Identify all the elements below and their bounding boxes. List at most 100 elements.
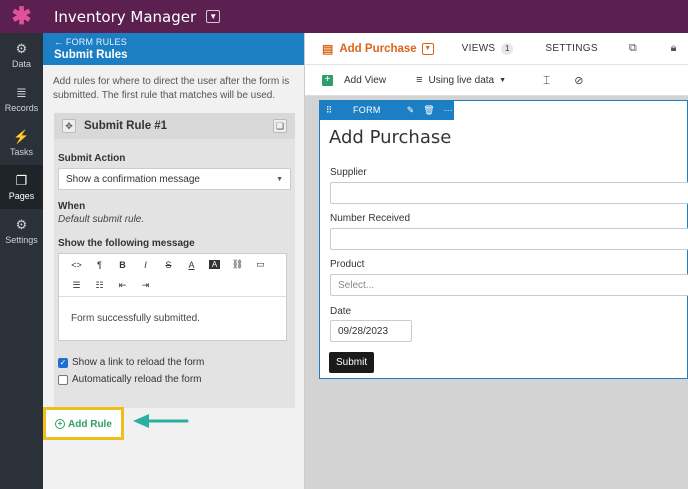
view-toolbar: + Add View ≡ Using live data ▼ ⌶ ⊘ bbox=[305, 65, 688, 96]
caret-down-icon: ▼ bbox=[276, 175, 283, 183]
document-icon: ▤ bbox=[322, 41, 334, 56]
nav-item-pages[interactable]: ❐ Pages bbox=[0, 165, 43, 209]
supplier-input[interactable] bbox=[330, 182, 688, 204]
nav-item-records[interactable]: ≣ Records bbox=[0, 77, 43, 121]
when-value: Default submit rule. bbox=[58, 214, 145, 225]
strikethrough-icon[interactable]: S bbox=[157, 260, 180, 270]
nav-item-label: Tasks bbox=[9, 146, 33, 157]
number-received-input[interactable] bbox=[330, 228, 688, 250]
supplier-label: Supplier bbox=[330, 167, 367, 178]
submit-action-select[interactable]: Show a confirmation message ▼ bbox=[58, 168, 291, 190]
add-rule-label: Add Rule bbox=[68, 418, 112, 430]
italic-icon[interactable]: I bbox=[134, 260, 157, 270]
message-editor: <> ¶ B I S A A ⛓ ▭ ☰ ☷ ⇤ ⇥ Form successf… bbox=[58, 253, 287, 341]
bullet-list-icon[interactable]: ☰ bbox=[65, 280, 88, 291]
hide-design-icon[interactable]: ⊘ bbox=[574, 74, 583, 87]
pages-icon: ❐ bbox=[15, 172, 28, 188]
form-view[interactable]: ⠿ FORM ✎ 🗑︎ ··· Add Purchase Supplier Nu… bbox=[319, 100, 688, 379]
live-data-dropdown[interactable]: Using live data bbox=[429, 75, 495, 86]
tab-add-purchase[interactable]: ▤ Add Purchase ▼ bbox=[322, 42, 434, 56]
form-view-bar: ⠿ FORM ✎ 🗑︎ ··· bbox=[319, 100, 454, 120]
product-select[interactable]: Select... bbox=[330, 274, 688, 296]
nav-item-label: Settings bbox=[5, 234, 38, 245]
auto-reload-label: Automatically reload the form bbox=[72, 374, 202, 385]
font-color-icon[interactable]: A bbox=[180, 260, 203, 270]
external-link-icon[interactable]: ⧉ bbox=[629, 42, 637, 55]
tasks-icon: ⚡ bbox=[13, 128, 30, 144]
rule-title: Submit Rule #1 bbox=[84, 120, 168, 132]
reload-link-label: Show a link to reload the form bbox=[72, 357, 205, 368]
indent-icon[interactable]: ⇥ bbox=[134, 280, 157, 291]
asterisk-logo-icon[interactable]: ✱ bbox=[0, 0, 43, 33]
submit-action-value: Show a confirmation message bbox=[66, 173, 200, 185]
when-label: When bbox=[58, 201, 86, 212]
nav-item-label: Pages bbox=[8, 190, 35, 201]
link-icon[interactable]: ⛓ bbox=[226, 259, 249, 270]
editor-toolbar-row: ☰ ☷ ⇤ ⇥ bbox=[59, 275, 286, 296]
checkbox-checked[interactable]: ✓ bbox=[58, 357, 68, 368]
top-bar: ✱ Inventory Manager ▼ bbox=[0, 0, 688, 33]
number-received-label: Number Received bbox=[330, 213, 411, 224]
form-title: Add Purchase bbox=[329, 127, 452, 148]
data-icon: ⚙ bbox=[15, 40, 28, 56]
nav-item-data[interactable]: ⚙ Data bbox=[0, 33, 43, 77]
checkbox-unchecked[interactable] bbox=[58, 374, 68, 385]
outdent-icon[interactable]: ⇤ bbox=[111, 280, 134, 291]
tab-add-purchase-label: Add Purchase bbox=[339, 42, 417, 55]
form-view-label: FORM bbox=[353, 105, 381, 115]
code-view-icon[interactable]: <> bbox=[65, 260, 88, 270]
views-count-badge: 1 bbox=[501, 42, 514, 55]
drag-handle-icon[interactable]: ⠿ bbox=[319, 105, 339, 116]
nav-item-label: Data bbox=[11, 58, 31, 69]
date-label: Date bbox=[330, 306, 352, 317]
bold-icon[interactable]: B bbox=[111, 260, 134, 270]
reload-link-checkbox-row[interactable]: ✓ Show a link to reload the form bbox=[54, 354, 295, 371]
add-view-button[interactable]: Add View bbox=[344, 75, 386, 86]
settings-icon: ⚙ bbox=[15, 216, 28, 232]
submit-action-label: Submit Action bbox=[58, 153, 126, 164]
app-title: Inventory Manager bbox=[54, 7, 197, 26]
editor-toolbar-row: <> ¶ B I S A A ⛓ ▭ bbox=[59, 254, 286, 275]
edit-pencil-icon[interactable]: ✎ bbox=[407, 105, 415, 116]
nav-item-tasks[interactable]: ⚡ Tasks bbox=[0, 121, 43, 165]
add-rule-highlight: + Add Rule bbox=[43, 407, 124, 440]
pointer-arrow-icon bbox=[133, 414, 189, 428]
nav-item-settings[interactable]: ⚙ Settings bbox=[0, 209, 43, 253]
highlight-color-icon[interactable]: A bbox=[209, 260, 220, 269]
tab-views[interactable]: VIEWS 1 bbox=[461, 42, 514, 55]
lock-icon[interactable]: 🔒︎ bbox=[671, 42, 677, 55]
back-to-form-rules-link[interactable]: ← FORM RULES bbox=[54, 37, 304, 47]
rule-header: ✥ Submit Rule #1 ❏ bbox=[54, 113, 295, 139]
submit-rule-card: ✥ Submit Rule #1 ❏ Submit Action Show a … bbox=[54, 113, 295, 408]
more-icon[interactable]: ··· bbox=[444, 105, 453, 116]
message-label: Show the following message bbox=[58, 238, 195, 249]
submit-button[interactable]: Submit bbox=[329, 352, 375, 373]
paragraph-icon[interactable]: ¶ bbox=[88, 260, 111, 270]
copy-icon[interactable]: ❏ bbox=[273, 119, 287, 133]
add-view-icon[interactable]: + bbox=[322, 74, 333, 86]
panel-intro: Add rules for where to direct the user a… bbox=[53, 76, 290, 101]
builder-canvas: ⠿ FORM ✎ 🗑︎ ··· Add Purchase Supplier Nu… bbox=[305, 96, 688, 489]
add-rule-button[interactable]: + Add Rule bbox=[55, 417, 112, 431]
trash-icon[interactable]: 🗑︎ bbox=[423, 105, 434, 116]
tab-settings[interactable]: SETTINGS bbox=[545, 43, 597, 54]
panel-header: ← FORM RULES Submit Rules bbox=[43, 33, 304, 65]
chevron-down-icon[interactable]: ▼ bbox=[421, 42, 434, 55]
move-icon[interactable]: ✥ bbox=[62, 119, 76, 133]
chevron-down-icon[interactable]: ▼ bbox=[206, 10, 221, 23]
message-text-area[interactable]: Form successfully submitted. bbox=[59, 296, 286, 340]
text-cursor-icon[interactable]: ⌶ bbox=[543, 73, 550, 88]
database-icon: ≡ bbox=[416, 74, 423, 86]
numbered-list-icon[interactable]: ☷ bbox=[88, 280, 111, 291]
left-nav: ⚙ Data ≣ Records ⚡ Tasks ❐ Pages ⚙ Setti… bbox=[0, 33, 43, 489]
nav-item-label: Records bbox=[4, 102, 39, 113]
main-tabs: ▤ Add Purchase ▼ VIEWS 1 SETTINGS ⧉ 🔒︎ bbox=[305, 33, 688, 65]
caret-down-icon[interactable]: ▼ bbox=[499, 77, 506, 84]
image-icon[interactable]: ▭ bbox=[249, 259, 272, 270]
submit-rules-panel: ← FORM RULES Submit Rules Add rules for … bbox=[43, 33, 305, 489]
auto-reload-checkbox-row[interactable]: Automatically reload the form bbox=[54, 371, 295, 388]
plus-circle-icon: + bbox=[55, 419, 65, 429]
date-input[interactable]: 09/28/2023 bbox=[330, 320, 412, 342]
product-label: Product bbox=[330, 259, 365, 270]
tab-views-label: VIEWS bbox=[461, 43, 496, 54]
